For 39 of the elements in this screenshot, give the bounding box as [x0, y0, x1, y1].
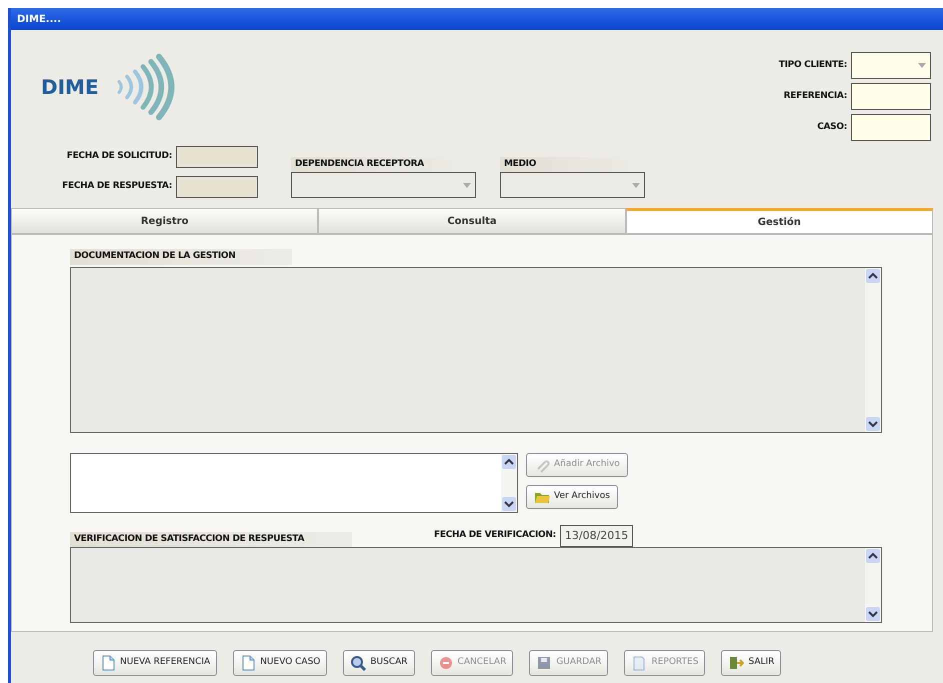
date-field[interactable]: 13/08/2015 [560, 524, 634, 547]
file-list[interactable] [70, 452, 518, 512]
action-button[interactable]: NUEVO CASO [233, 650, 328, 676]
scroll-up-icon[interactable] [502, 454, 516, 468]
text-field[interactable] [851, 83, 931, 110]
text-area[interactable] [70, 547, 882, 623]
stop-icon [438, 655, 454, 671]
sound-waves-icon [114, 52, 175, 122]
action-button[interactable]: NUEVA REFERENCIA [93, 650, 218, 676]
tab[interactable]: Gestión [626, 208, 933, 234]
document-icon [100, 655, 116, 671]
scroll-down-icon[interactable] [866, 607, 880, 621]
scroll-up-icon[interactable] [866, 268, 880, 282]
field-label: REFERENCIA: [784, 90, 847, 103]
field-label: FECHA DE VERIFICACION: [434, 529, 556, 542]
scroll-down-icon[interactable] [502, 496, 516, 510]
exit-icon [728, 655, 744, 671]
search-icon [350, 655, 366, 671]
field-label: FECHA DE RESPUESTA: [62, 180, 172, 194]
section-label: DOCUMENTACION DE LA GESTION [70, 249, 292, 264]
scroll-down-icon[interactable] [866, 416, 880, 430]
dropdown-field[interactable] [851, 52, 931, 79]
scroll-up-icon[interactable] [866, 549, 880, 563]
action-button[interactable]: Ver Archivos [526, 484, 618, 508]
action-button[interactable]: BUSCAR [343, 650, 415, 676]
field-label: CASO: [817, 120, 847, 134]
date-field[interactable] [176, 176, 258, 198]
tab[interactable]: Registro [11, 208, 318, 234]
field-label: TIPO CLIENTE: [778, 58, 847, 72]
text-field[interactable] [851, 114, 931, 141]
date-field[interactable] [176, 146, 258, 168]
section-label: VERIFICACION DE SATISFACCION DE RESPUESTA [70, 532, 352, 547]
field-label: FECHA DE SOLICITUD: [66, 150, 172, 164]
document-icon [240, 655, 256, 671]
tab[interactable]: Consulta [318, 208, 626, 234]
window-title: DIME.... [11, 8, 943, 30]
logo-text: DIME [41, 74, 99, 101]
report-icon [631, 655, 648, 671]
action-button[interactable]: SALIR [721, 650, 782, 676]
